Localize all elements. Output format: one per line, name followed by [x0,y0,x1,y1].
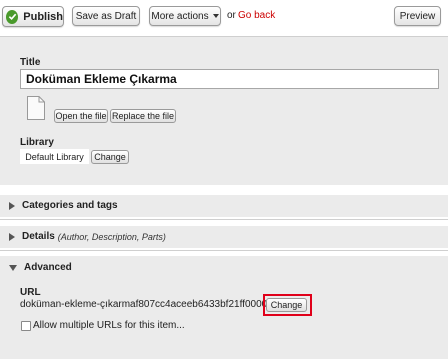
or-text: or [227,10,236,21]
details-label: Details [22,231,55,242]
chevron-down-icon [212,14,219,18]
details-sublabel: (Author, Description, Parts) [57,231,166,242]
title-input[interactable] [20,69,439,89]
library-label: Library [20,137,54,148]
top-toolbar: Publish Save as Draft More actions or Go… [0,0,448,35]
divider [0,219,448,220]
divider [0,250,448,251]
url-value: doküman-ekleme-çıkarmaf807cc4aceeb6433bf… [20,299,298,310]
url-label: URL [20,287,41,298]
publish-button[interactable]: Publish [2,6,64,27]
advanced-label: Advanced [24,262,72,273]
check-icon [6,9,19,24]
more-actions-button[interactable]: More actions [149,6,221,26]
replace-file-button[interactable]: Replace the file [110,109,176,123]
allow-multiple-urls-checkbox[interactable] [21,321,31,331]
allow-multiple-urls-label[interactable]: Allow multiple URLs for this item... [33,320,185,331]
more-actions-label: More actions [151,10,209,22]
open-file-button[interactable]: Open the file [54,109,108,123]
change-library-button[interactable]: Change [91,150,129,164]
title-label: Title [20,57,41,68]
library-value: Default Library [20,149,89,164]
publish-label: Publish [23,10,63,23]
details-section[interactable]: Details (Author, Description, Parts) [0,226,448,248]
save-draft-button[interactable]: Save as Draft [72,6,140,26]
advanced-header[interactable]: Advanced [9,262,72,273]
document-icon [27,96,45,120]
triangle-down-icon [9,264,17,271]
categories-section[interactable]: Categories and tags [0,195,448,217]
preview-button[interactable]: Preview [394,6,441,26]
go-back-link[interactable]: Go back [238,10,275,21]
categories-label: Categories and tags [22,200,118,211]
change-url-button[interactable]: Change [266,298,307,312]
triangle-right-icon [9,232,15,241]
triangle-right-icon [9,201,15,210]
